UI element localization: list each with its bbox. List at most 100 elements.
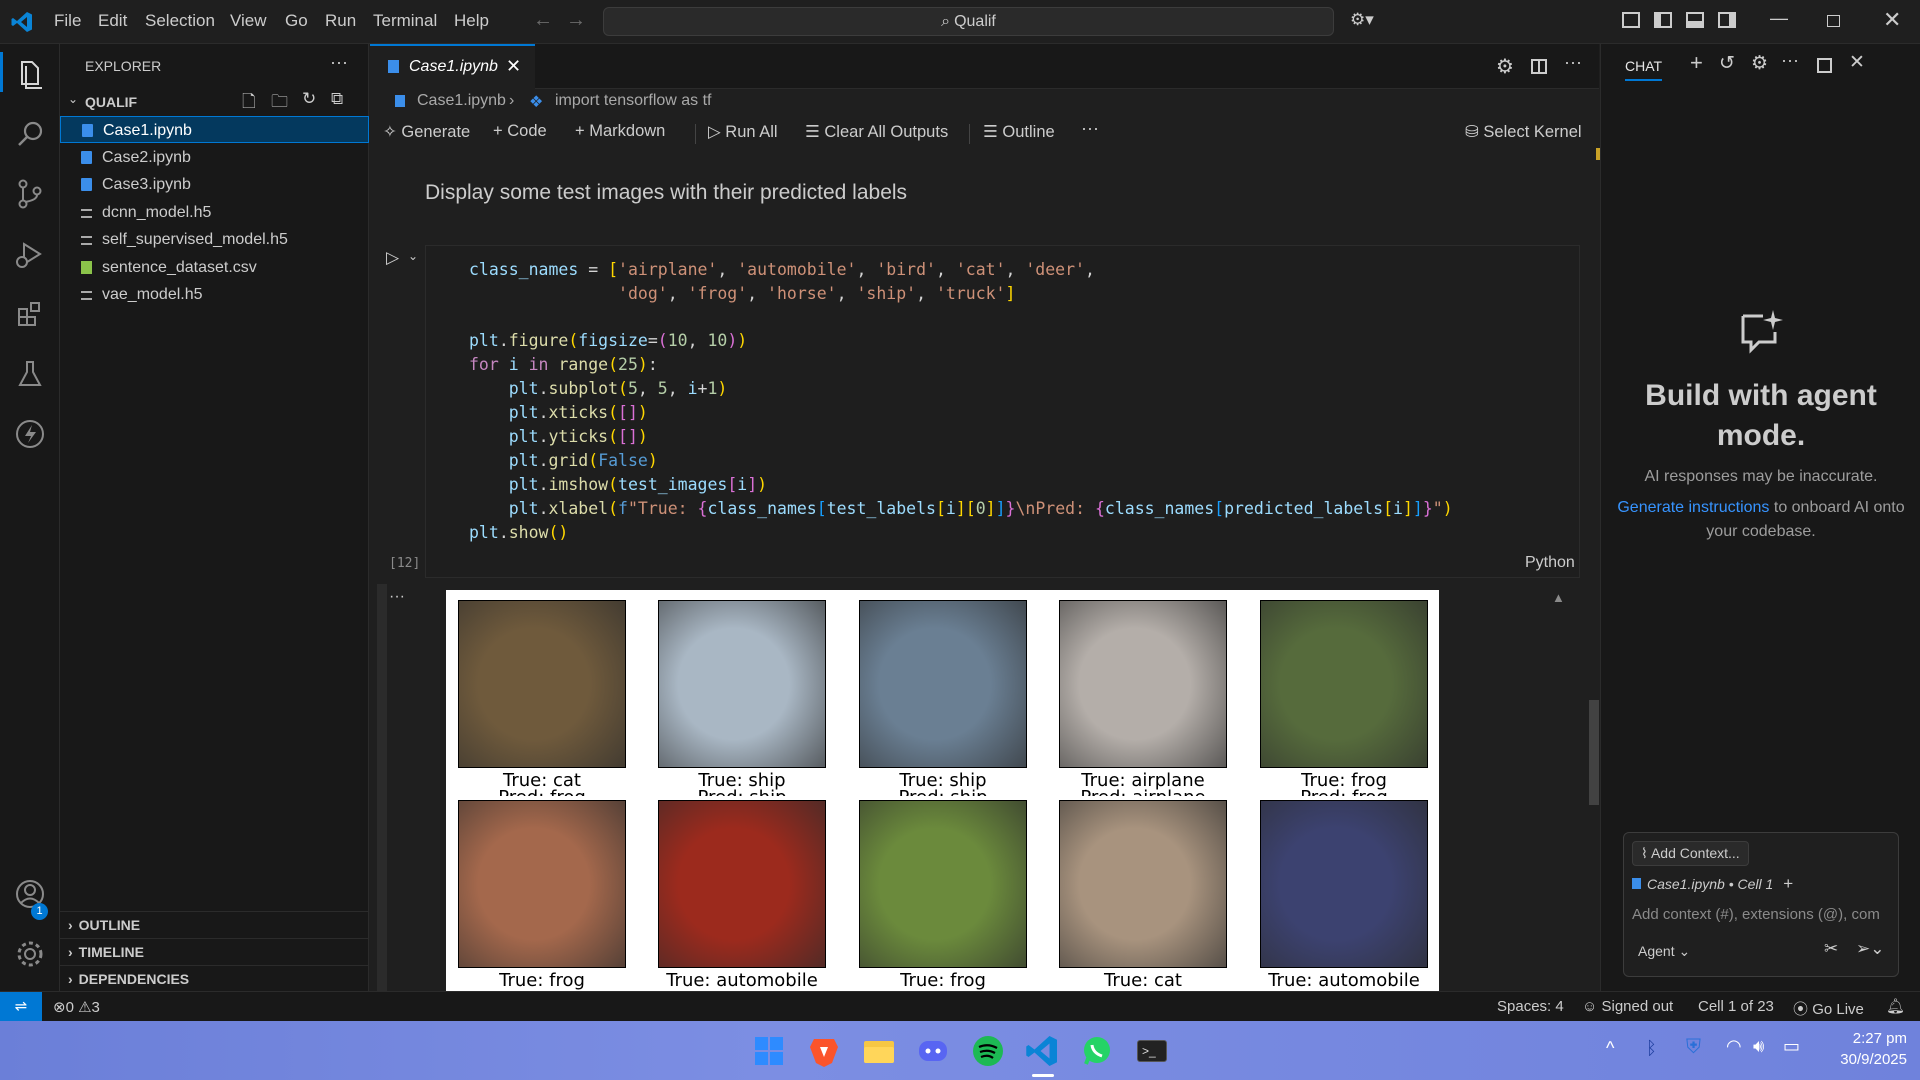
- copilot-status-icon[interactable]: ⚙▾: [1350, 10, 1374, 30]
- minimize-icon[interactable]: —: [1770, 8, 1788, 29]
- run-debug-icon[interactable]: [10, 234, 50, 274]
- add-context-button[interactable]: ⌇ Add Context...: [1632, 841, 1749, 866]
- menu-go[interactable]: Go: [285, 11, 308, 31]
- account-status[interactable]: ☺ Signed out: [1582, 998, 1673, 1015]
- settings-gear-icon[interactable]: [10, 934, 50, 974]
- select-kernel-button[interactable]: ⛁ Select Kernel: [1465, 122, 1582, 142]
- brave-browser-icon[interactable]: [806, 1033, 842, 1069]
- volume-icon[interactable]: 🔊︎: [1753, 1036, 1764, 1057]
- tab-case1[interactable]: Case1.ipynb ✕: [370, 44, 535, 89]
- chat-input-placeholder[interactable]: Add context (#), extensions (@), com: [1632, 906, 1896, 928]
- generate-instructions-link[interactable]: Generate instructions: [1617, 499, 1769, 516]
- chat-input-box[interactable]: ⌇ Add Context... Case1.ipynb • Cell 1 + …: [1623, 832, 1899, 977]
- forward-arrow-icon[interactable]: →: [566, 9, 586, 32]
- whatsapp-icon[interactable]: [1079, 1033, 1115, 1069]
- maximize-icon[interactable]: [1817, 58, 1832, 73]
- context-chip[interactable]: Case1.ipynb • Cell 1 +: [1632, 871, 1793, 896]
- notifications-bell-icon[interactable]: 🔔︎: [1886, 997, 1905, 1015]
- file-item-case3[interactable]: Case3.ipynb: [60, 171, 369, 198]
- tools-icon[interactable]: ✂: [1824, 939, 1838, 959]
- menu-help[interactable]: Help: [454, 11, 489, 31]
- split-editor-icon[interactable]: [1531, 59, 1547, 74]
- dependencies-section[interactable]: › DEPENDENCIES: [60, 965, 369, 992]
- more-actions-icon[interactable]: ···: [1564, 52, 1582, 73]
- gear-icon[interactable]: ⚙: [1751, 52, 1768, 75]
- toggle-panel-icon[interactable]: [1686, 12, 1704, 28]
- new-folder-icon[interactable]: 🗀: [271, 89, 288, 118]
- gear-icon[interactable]: ⚙: [1496, 54, 1514, 79]
- explorer-icon[interactable]: [10, 54, 50, 94]
- layout-customize-icon[interactable]: [1622, 12, 1640, 28]
- mode-dropdown[interactable]: Agent ⌄: [1638, 943, 1690, 960]
- plus-icon[interactable]: +: [1783, 874, 1793, 893]
- restore-icon[interactable]: [1827, 15, 1840, 27]
- vscode-taskbar-icon[interactable]: [1024, 1033, 1060, 1069]
- breadcrumb-cell[interactable]: import tensorflow as tf: [555, 92, 712, 110]
- close-icon[interactable]: ✕: [1849, 51, 1865, 74]
- thunder-client-icon[interactable]: [10, 414, 50, 454]
- close-window-icon[interactable]: ✕: [1883, 7, 1901, 33]
- discord-icon[interactable]: [915, 1033, 951, 1069]
- file-item-self-supervised[interactable]: self_supervised_model.h5: [60, 226, 369, 253]
- chevron-down-icon[interactable]: ⌄: [408, 249, 418, 263]
- battery-icon[interactable]: ▭: [1783, 1036, 1800, 1057]
- run-cell-icon[interactable]: ▷: [386, 248, 399, 268]
- security-shield-icon[interactable]: ⛨: [1686, 1036, 1701, 1059]
- clear-outputs-button[interactable]: ☰ Clear All Outputs: [805, 122, 948, 142]
- file-item-vae[interactable]: vae_model.h5: [60, 281, 369, 308]
- clock-time[interactable]: 2:27 pm: [1835, 1030, 1907, 1047]
- outline-section[interactable]: › OUTLINE: [60, 911, 369, 938]
- problems-indicator[interactable]: ⊗0 ⚠3: [53, 998, 100, 1016]
- file-item-case1[interactable]: Case1.ipynb: [60, 116, 369, 143]
- menu-terminal[interactable]: Terminal: [373, 11, 437, 31]
- menu-edit[interactable]: Edit: [98, 11, 127, 31]
- new-file-icon[interactable]: 🗋: [242, 89, 256, 118]
- extensions-icon[interactable]: [10, 294, 50, 334]
- file-item-dcnn[interactable]: dcnn_model.h5: [60, 199, 369, 226]
- menu-selection[interactable]: Selection: [145, 11, 215, 31]
- editor-scrollbar[interactable]: [1589, 700, 1599, 805]
- history-icon[interactable]: ↺: [1719, 52, 1735, 75]
- output-more-icon[interactable]: ···: [389, 588, 405, 606]
- command-center-search[interactable]: ⌕ Qualif: [603, 7, 1334, 36]
- toggle-secondary-sidebar-icon[interactable]: [1718, 12, 1736, 28]
- cell-position[interactable]: Cell 1 of 23: [1698, 998, 1774, 1015]
- run-all-button[interactable]: ▷ Run All: [708, 122, 778, 142]
- generate-button[interactable]: ✧ Generate: [383, 122, 470, 142]
- timeline-section[interactable]: › TIMELINE: [60, 938, 369, 965]
- toggle-primary-sidebar-icon[interactable]: [1654, 12, 1672, 28]
- file-item-dataset[interactable]: sentence_dataset.csv: [60, 254, 369, 281]
- windows-start-icon[interactable]: [751, 1033, 787, 1069]
- wifi-icon[interactable]: ◠: [1726, 1036, 1742, 1057]
- cell-language[interactable]: Python: [1525, 554, 1575, 572]
- indentation-status[interactable]: Spaces: 4: [1497, 998, 1564, 1015]
- terminal-icon[interactable]: >_: [1134, 1033, 1170, 1069]
- menu-run[interactable]: Run: [325, 11, 356, 31]
- send-icon[interactable]: ➢⌄: [1856, 939, 1885, 959]
- folder-name[interactable]: QUALIF: [85, 94, 137, 110]
- testing-icon[interactable]: [10, 354, 50, 394]
- more-actions-icon[interactable]: ···: [330, 52, 348, 73]
- search-view-icon[interactable]: [10, 114, 50, 154]
- new-chat-icon[interactable]: +: [1690, 50, 1703, 76]
- close-tab-icon[interactable]: ✕: [506, 56, 521, 77]
- chevron-down-icon[interactable]: ⌄: [68, 92, 78, 106]
- back-arrow-icon[interactable]: ←: [533, 9, 553, 32]
- chevron-up-icon[interactable]: ^: [1606, 1038, 1614, 1059]
- go-live-button[interactable]: ⦿ Go Live: [1793, 998, 1864, 1019]
- add-markdown-button[interactable]: + Markdown: [575, 122, 665, 141]
- menu-file[interactable]: File: [54, 11, 81, 31]
- add-code-button[interactable]: + Code: [493, 122, 547, 141]
- more-actions-icon[interactable]: ···: [1081, 118, 1099, 139]
- remote-indicator-icon[interactable]: ⇌: [0, 992, 42, 1021]
- refresh-icon[interactable]: ↻: [302, 89, 316, 109]
- scroll-up-icon[interactable]: ▲: [1552, 590, 1565, 605]
- outline-button[interactable]: ☰ Outline: [983, 122, 1055, 142]
- collapse-all-icon[interactable]: ⧉: [331, 89, 343, 109]
- spotify-icon[interactable]: [970, 1033, 1006, 1069]
- source-control-icon[interactable]: [10, 174, 50, 214]
- breadcrumb-file[interactable]: Case1.ipynb: [417, 92, 506, 110]
- file-item-case2[interactable]: Case2.ipynb: [60, 144, 369, 171]
- more-actions-icon[interactable]: ···: [1781, 50, 1799, 71]
- bluetooth-icon[interactable]: ᛒ: [1646, 1038, 1657, 1059]
